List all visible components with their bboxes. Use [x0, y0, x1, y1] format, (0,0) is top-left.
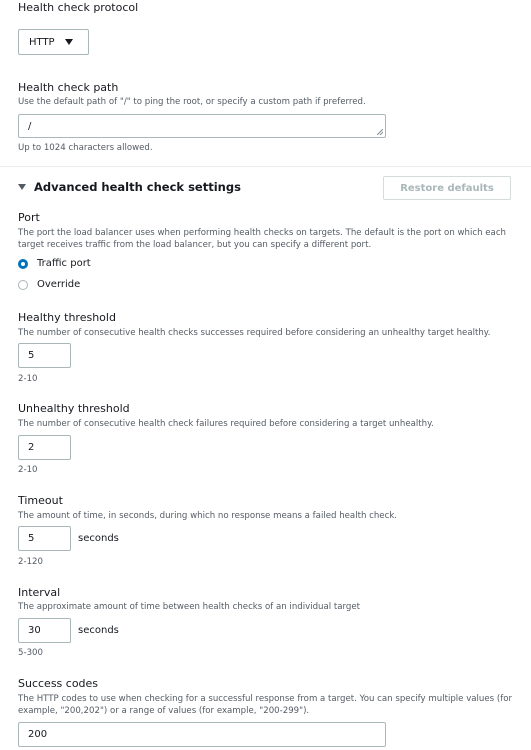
port-option-label: Override — [37, 279, 81, 290]
interval-label: Interval — [18, 586, 61, 599]
port-option-label: Traffic port — [37, 258, 91, 269]
section-divider — [0, 166, 531, 167]
timeout-unit: seconds — [78, 533, 119, 544]
protocol-select-value: HTTP — [29, 36, 55, 48]
interval-unit: seconds — [78, 625, 119, 636]
timeout-input[interactable]: 5 — [18, 526, 71, 551]
advanced-settings-title: Advanced health check settings — [34, 180, 241, 194]
caret-down-icon — [18, 184, 26, 190]
radio-selected-icon[interactable] — [18, 258, 28, 269]
healthy-threshold-value: 5 — [28, 350, 35, 361]
path-hint: Up to 1024 characters allowed. — [18, 143, 153, 153]
unhealthy-threshold-description: The number of consecutive health check f… — [18, 419, 434, 429]
restore-defaults-button[interactable]: Restore defaults — [383, 176, 511, 200]
healthy-threshold-hint: 2-10 — [18, 374, 38, 384]
interval-hint: 5-300 — [18, 648, 43, 658]
success-codes-label: Success codes — [18, 677, 99, 690]
unhealthy-threshold-value: 2 — [28, 442, 35, 453]
timeout-description: The amount of time, in seconds, during w… — [18, 511, 398, 521]
success-codes-description: The HTTP codes to use when checking for … — [18, 694, 513, 716]
healthy-threshold-input[interactable]: 5 — [18, 343, 71, 368]
healthy-threshold-label: Healthy threshold — [18, 311, 116, 324]
path-description: Use the default path of "/" to ping the … — [18, 97, 366, 107]
timeout-value: 5 — [28, 533, 35, 544]
unhealthy-threshold-input[interactable]: 2 — [18, 435, 71, 460]
success-codes-input[interactable]: 200 — [18, 722, 386, 747]
protocol-label: Health check protocol — [18, 1, 139, 14]
path-input[interactable]: / — [18, 114, 386, 138]
timeout-label: Timeout — [18, 494, 63, 507]
port-option-override[interactable]: Override — [18, 279, 80, 290]
interval-description: The approximate amount of time between h… — [18, 602, 361, 612]
port-description: The port the load balancer uses when per… — [18, 228, 506, 250]
success-codes-value: 200 — [28, 729, 48, 740]
advanced-settings-toggle[interactable]: Advanced health check settings — [18, 180, 241, 194]
healthy-threshold-description: The number of consecutive health checks … — [18, 328, 491, 338]
protocol-select[interactable]: HTTP — [18, 29, 89, 55]
port-option-traffic[interactable]: Traffic port — [18, 258, 91, 269]
port-label: Port — [18, 211, 40, 224]
caret-down-icon — [64, 39, 73, 45]
timeout-hint: 2-120 — [18, 557, 43, 567]
path-input-value: / — [28, 120, 32, 132]
radio-unselected-icon[interactable] — [18, 279, 28, 290]
interval-input[interactable]: 30 — [18, 618, 71, 643]
resize-handle-icon[interactable] — [377, 129, 383, 135]
unhealthy-threshold-label: Unhealthy threshold — [18, 402, 130, 415]
path-label: Health check path — [18, 81, 119, 94]
interval-value: 30 — [28, 625, 41, 636]
unhealthy-threshold-hint: 2-10 — [18, 465, 38, 475]
